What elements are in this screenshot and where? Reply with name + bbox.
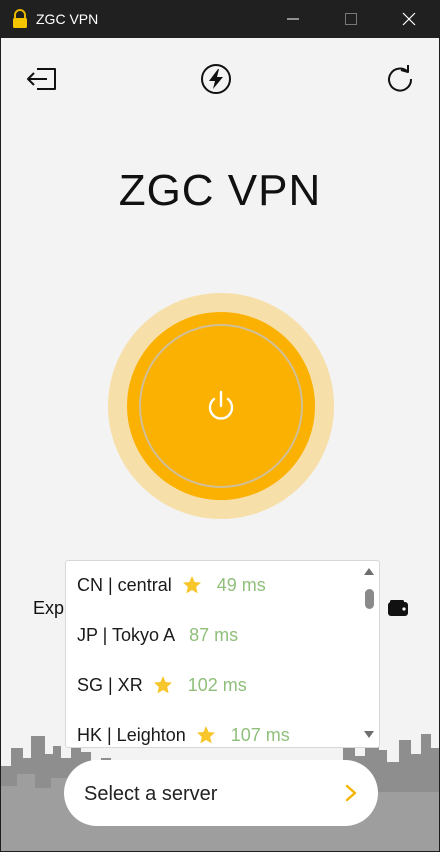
speed-test-button[interactable]	[197, 60, 235, 98]
scroll-thumb[interactable]	[365, 589, 374, 609]
server-name: CN | central	[77, 575, 172, 595]
star-icon[interactable]	[153, 675, 173, 695]
scroll-down-arrow-icon[interactable]	[363, 729, 375, 739]
server-ping: 87 ms	[189, 625, 239, 645]
scroll-up-arrow-icon[interactable]	[363, 567, 375, 577]
server-list-scrollbar[interactable]	[359, 561, 379, 747]
server-ping: 107 ms	[230, 725, 290, 745]
star-icon[interactable]	[182, 575, 202, 595]
server-dropdown-list[interactable]: CN | central 49 ms JP | Tokyo A 87 ms SG | X…	[65, 560, 380, 748]
connect-power-button[interactable]	[127, 312, 315, 500]
server-list-item[interactable]: SG | XR 102 ms	[66, 661, 360, 711]
server-name: HK | Leighton	[77, 725, 186, 745]
app-title: ZGC VPN	[118, 166, 322, 215]
server-list-item[interactable]: JP | Tokyo A 87 ms	[66, 611, 360, 661]
minimize-icon	[287, 18, 299, 20]
server-ping: 102 ms	[187, 675, 247, 695]
minimize-button[interactable]	[264, 0, 322, 38]
window-title: ZGC VPN	[36, 11, 99, 27]
server-name: SG | XR	[77, 675, 143, 695]
logout-button[interactable]	[23, 60, 61, 98]
close-icon	[402, 12, 416, 26]
select-server-label: Select a server	[84, 783, 218, 805]
server-list-item[interactable]: HK | Leighton 107 ms	[66, 711, 360, 747]
window-titlebar: ZGC VPN	[0, 0, 440, 38]
server-name: JP | Tokyo A	[77, 625, 176, 645]
refresh-icon	[388, 65, 413, 92]
server-list-item[interactable]: CN | central 49 ms	[66, 561, 360, 611]
logout-icon	[27, 68, 56, 90]
refresh-button[interactable]	[381, 60, 419, 98]
maximize-button[interactable]	[322, 0, 380, 38]
lock-icon	[13, 9, 27, 28]
select-server-button[interactable]: Select a server	[64, 760, 378, 826]
star-icon[interactable]	[196, 725, 216, 745]
server-ping: 49 ms	[216, 575, 266, 595]
expire-info: Exp	[33, 598, 65, 618]
chevron-right-icon	[345, 784, 357, 802]
maximize-icon	[345, 13, 357, 25]
close-button[interactable]	[380, 0, 438, 38]
lightning-icon	[201, 64, 231, 94]
app-window: ZGC VPN Exp CN | central 49 ms JP | Tokyo …	[1, 38, 439, 851]
wallet-icon[interactable]	[387, 598, 409, 618]
power-icon	[208, 390, 234, 420]
